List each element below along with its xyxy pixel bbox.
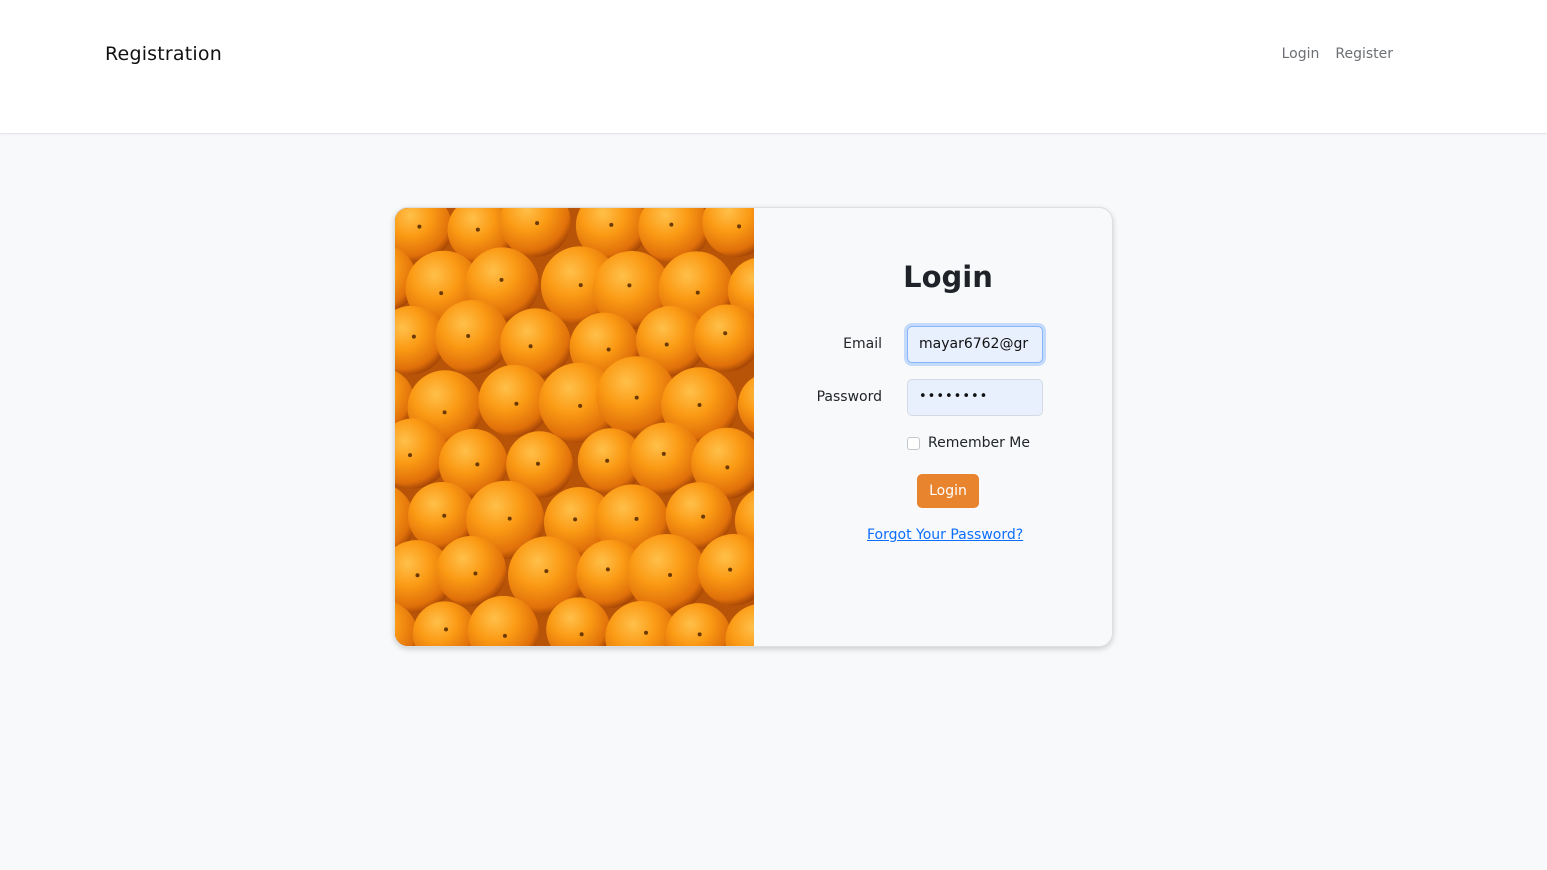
login-form: Login Email mayar6762@gr Password ••••••… [754,208,1112,646]
login-card: Login Email mayar6762@gr Password ••••••… [394,207,1113,647]
remember-me-checkbox[interactable] [907,436,920,450]
top-navbar: Registration Login Register [0,0,1547,134]
nav-register-link[interactable]: Register [1335,46,1393,62]
email-field[interactable]: mayar6762@gr [907,326,1043,363]
form-title: Login [903,260,993,294]
oranges-image [395,208,754,646]
oranges-photo [395,208,754,646]
brand-title[interactable]: Registration [105,43,222,65]
nav-links: Login Register [1282,46,1393,62]
password-label: Password [816,389,882,405]
remember-me-label[interactable]: Remember Me [928,435,1030,451]
remember-me-row[interactable]: Remember Me [907,435,1030,451]
forgot-password-link[interactable]: Forgot Your Password? [867,527,1023,543]
nav-login-link[interactable]: Login [1282,46,1320,62]
login-button[interactable]: Login [917,474,979,508]
email-label: Email [843,336,882,352]
password-field[interactable]: •••••••• [907,379,1043,416]
